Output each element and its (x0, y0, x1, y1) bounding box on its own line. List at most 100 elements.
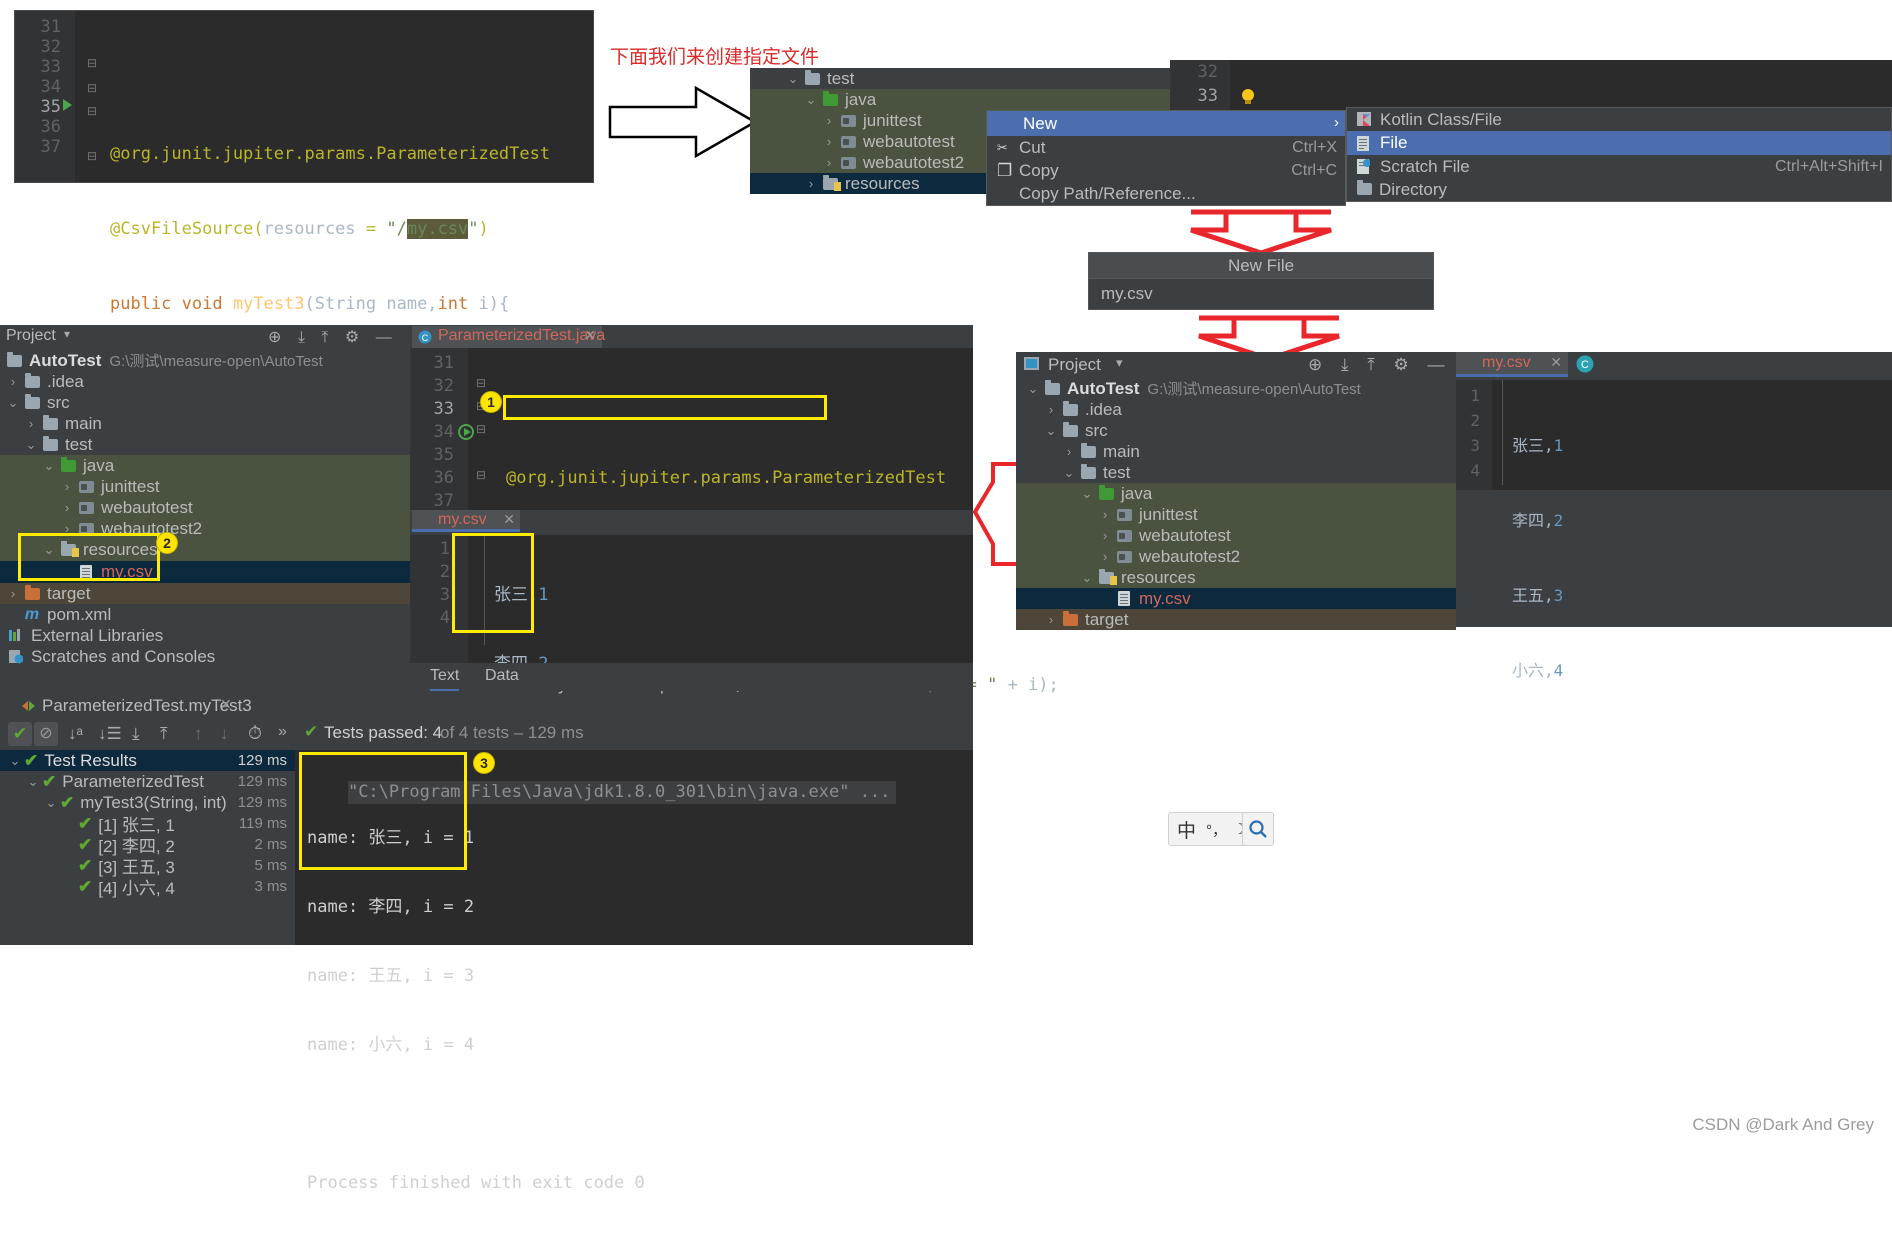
chevron-down-icon[interactable]: ⌄ (1078, 486, 1096, 502)
sort-alphabetically-icon[interactable]: ↓ᵃ (68, 724, 83, 744)
test-tree-row[interactable]: ⌄ ✔ ParameterizedTest 129 ms (0, 771, 295, 792)
test-tree-row[interactable]: ✔ [3] 王五, 3 5 ms (0, 855, 295, 878)
tree-row-src[interactable]: ⌄ src (1016, 420, 1456, 441)
menu-item-copy[interactable]: ❐ Copy Ctrl+C (987, 159, 1345, 182)
chevron-right-icon[interactable]: › (58, 479, 76, 494)
fold-marker[interactable]: ⊟ (476, 422, 486, 436)
tree-row-external-libraries[interactable]: External Libraries (0, 625, 410, 646)
menu-item-new[interactable]: New › (987, 111, 1345, 136)
menu-item-scratch-file[interactable]: Scratch File Ctrl+Alt+Shift+I (1347, 155, 1891, 178)
right-toolbar-extra-icon[interactable]: C (1576, 355, 1595, 379)
chevron-down-icon[interactable]: ⌄ (1060, 465, 1078, 481)
tree-row-main[interactable]: › main (0, 413, 410, 434)
project-toolwindow-title[interactable]: Project (6, 327, 56, 345)
chevron-right-icon[interactable]: › (1096, 507, 1114, 522)
chevron-down-icon[interactable]: ⌄ (24, 774, 42, 790)
chevron-right-icon[interactable]: › (802, 176, 820, 191)
chevron-down-icon[interactable]: ⌄ (40, 458, 58, 474)
test-tree-row[interactable]: ⌄ ✔ myTest3(String, int) 129 ms (0, 792, 295, 813)
chevron-right-icon[interactable]: › (820, 113, 838, 128)
chevron-down-icon[interactable]: ⌄ (1042, 423, 1060, 439)
test-tree-row[interactable]: ⌄ ✔ Test Results 129 ms (0, 750, 295, 771)
tree-row-root[interactable]: AutoTest G:\测试\measure-open\AutoTest (0, 350, 410, 371)
tree-row-java[interactable]: ⌄ java (1016, 483, 1456, 504)
right-editor-tab-mycsv[interactable]: my.csv ✕ (1456, 352, 1568, 377)
context-menu[interactable]: New › ✂ Cut Ctrl+X ❐ Copy Ctrl+C Copy Pa… (986, 110, 1346, 206)
sort-by-duration-icon[interactable]: ↓☰ (98, 724, 122, 744)
close-icon[interactable]: ✕ (220, 696, 232, 713)
tree-row-webautotest[interactable]: › webautotest (0, 497, 410, 518)
fold-marker[interactable]: ⊟ (87, 149, 97, 163)
tab-data[interactable]: Data (485, 667, 519, 685)
chevron-down-icon[interactable]: ⌄ (802, 92, 820, 108)
run-test-gutter-icon[interactable] (63, 99, 72, 111)
tree-row-mycsv-selected[interactable]: my.csv (1016, 588, 1456, 609)
menu-item-kotlin-class-file[interactable]: Kotlin Class/File (1347, 108, 1891, 131)
tree-row[interactable]: ⌄ java (750, 89, 1170, 110)
fold-marker[interactable]: ⊟ (87, 81, 97, 95)
locate-icon[interactable]: ⊕ (1308, 355, 1322, 374)
gear-icon[interactable]: ⚙ (345, 329, 359, 346)
expand-all-icon[interactable]: ⤓ (132, 724, 140, 744)
tree-row-main[interactable]: › main (1016, 441, 1456, 462)
tree-row-target[interactable]: › target (0, 583, 410, 604)
fold-marker[interactable]: ⊟ (87, 56, 97, 70)
test-tree-row[interactable]: ✔ [2] 李四, 2 2 ms (0, 834, 295, 857)
chevron-right-icon[interactable]: › (1042, 612, 1060, 627)
chevron-down-icon[interactable]: ⌄ (4, 395, 22, 411)
show-ignored-icon[interactable]: ⊘ (34, 722, 58, 746)
test-tree-row[interactable]: ✔ [1] 张三, 1 119 ms (0, 813, 295, 836)
chevron-right-icon[interactable]: › (1096, 549, 1114, 564)
close-icon[interactable]: ✕ (503, 511, 515, 528)
more-actions-icon[interactable]: » (278, 723, 287, 741)
chevron-right-icon[interactable]: › (4, 586, 22, 601)
editor-tab-parameterizedtest[interactable]: C ParameterizedTest.java ✕ (412, 326, 605, 348)
show-passed-icon[interactable]: ✔ (8, 722, 32, 746)
menu-item-directory[interactable]: Directory (1347, 178, 1891, 201)
locate-icon[interactable]: ⊕ (268, 329, 281, 346)
test-tree-row[interactable]: ✔ [4] 小六, 4 3 ms (0, 876, 295, 899)
hide-icon[interactable]: — (376, 329, 392, 346)
ime-punctuation-icon[interactable]: °， (1206, 819, 1227, 840)
chevron-right-icon[interactable]: › (1096, 528, 1114, 543)
chevron-down-icon[interactable]: ▾ (1116, 355, 1123, 371)
prev-failed-icon[interactable]: ↑ (194, 724, 203, 744)
fold-marker[interactable]: ⊟ (87, 104, 97, 118)
chevron-down-icon[interactable]: ⌄ (1024, 381, 1042, 397)
chevron-down-icon[interactable]: ⌄ (42, 795, 60, 811)
ime-search-button[interactable] (1242, 812, 1274, 846)
tree-row[interactable]: ⌄ test (750, 68, 1170, 89)
gear-icon[interactable]: ⚙ (1393, 355, 1408, 374)
menu-item-cut[interactable]: ✂ Cut Ctrl+X (987, 136, 1345, 159)
close-icon[interactable]: ✕ (1550, 354, 1562, 371)
chevron-right-icon[interactable]: › (820, 155, 838, 170)
chevron-down-icon[interactable]: ⌄ (22, 437, 40, 453)
tree-row-resources[interactable]: ⌄ resources (1016, 567, 1456, 588)
chevron-right-icon[interactable]: › (820, 134, 838, 149)
chevron-down-icon[interactable]: ▾ (64, 327, 70, 341)
tree-row-webautotest[interactable]: › webautotest (1016, 525, 1456, 546)
chevron-right-icon[interactable]: › (4, 374, 22, 389)
fold-marker[interactable]: ⊟ (476, 468, 486, 482)
tree-row-test[interactable]: ⌄ test (0, 434, 410, 455)
fold-marker[interactable]: ⊟ (476, 376, 486, 390)
intention-bulb-icon[interactable] (1240, 88, 1256, 106)
tree-row-pomxml[interactable]: m pom.xml (0, 604, 410, 625)
menu-item-copy-path[interactable]: Copy Path/Reference... (987, 182, 1345, 205)
editor-tab-mycsv[interactable]: my.csv ✕ (412, 510, 520, 532)
new-submenu[interactable]: Kotlin Class/File File Scratch File Ctrl… (1346, 107, 1892, 202)
menu-item-file[interactable]: File (1347, 131, 1891, 155)
chevron-down-icon[interactable]: ⌄ (6, 753, 24, 769)
tree-row-java[interactable]: ⌄ java (0, 455, 410, 476)
tree-row-junittest[interactable]: › junittest (1016, 504, 1456, 525)
tree-row-idea[interactable]: › .idea (0, 371, 410, 392)
tree-row-scratches[interactable]: Scratches and Consoles (0, 646, 410, 667)
tree-row-target[interactable]: › target (1016, 609, 1456, 630)
chevron-right-icon[interactable]: › (22, 416, 40, 431)
collapse-all-icon[interactable]: ⤒ (160, 724, 168, 744)
hide-icon[interactable]: — (1427, 355, 1444, 374)
close-icon[interactable]: ✕ (584, 327, 596, 344)
run-test-gutter-icon[interactable] (458, 424, 474, 440)
expand-all-icon[interactable]: ⤓ (1341, 355, 1349, 374)
tree-row-src[interactable]: ⌄ src (0, 392, 410, 413)
